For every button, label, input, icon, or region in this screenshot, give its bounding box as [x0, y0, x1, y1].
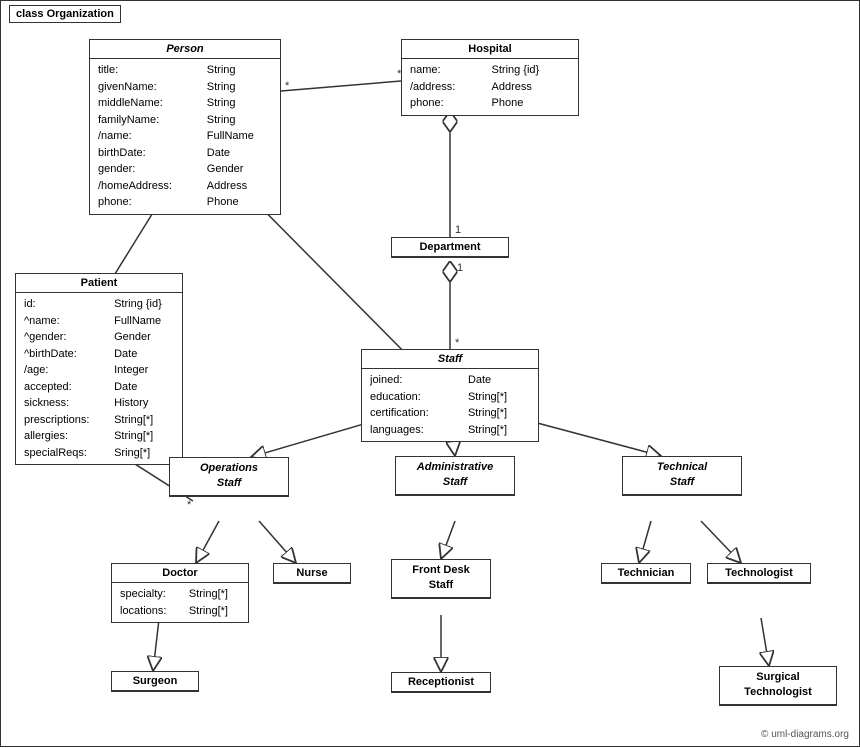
staff-header: Staff [362, 350, 538, 369]
tech-staff-class: TechnicalStaff [622, 456, 742, 496]
department-header: Department [392, 238, 508, 257]
doctor-class: Doctor specialty:String[*] locations:Str… [111, 563, 249, 623]
patient-body: id:String {id} ^name:FullName ^gender:Ge… [16, 293, 182, 464]
diagram-container: class Organization [0, 0, 860, 747]
surgical-tech-class: SurgicalTechnologist [719, 666, 837, 706]
person-class: Person title:String givenName:String mid… [89, 39, 281, 215]
doctor-header: Doctor [112, 564, 248, 583]
staff-class: Staff joined:Date education:String[*] ce… [361, 349, 539, 442]
person-body: title:String givenName:String middleName… [90, 59, 280, 214]
technician-header: Technician [602, 564, 690, 583]
person-header: Person [90, 40, 280, 59]
tech-staff-header: TechnicalStaff [623, 457, 741, 495]
nurse-class: Nurse [273, 563, 351, 584]
frontdesk-header: Front DeskStaff [392, 560, 490, 598]
admin-staff-header: AdministrativeStaff [396, 457, 514, 495]
surgeon-class: Surgeon [111, 671, 199, 692]
staff-body: joined:Date education:String[*] certific… [362, 369, 538, 441]
copyright: © uml-diagrams.org [761, 729, 849, 740]
patient-class: Patient id:String {id} ^name:FullName ^g… [15, 273, 183, 465]
receptionist-header: Receptionist [392, 673, 490, 692]
frontdesk-class: Front DeskStaff [391, 559, 491, 599]
nurse-header: Nurse [274, 564, 350, 583]
svg-text:*: * [187, 499, 192, 511]
svg-text:*: * [455, 337, 460, 349]
ops-staff-class: OperationsStaff [169, 457, 289, 497]
department-class: Department [391, 237, 509, 258]
patient-header: Patient [16, 274, 182, 293]
diagram-title: class Organization [9, 5, 121, 23]
receptionist-class: Receptionist [391, 672, 491, 693]
surgical-tech-header: SurgicalTechnologist [720, 667, 836, 705]
admin-staff-class: AdministrativeStaff [395, 456, 515, 496]
surgeon-header: Surgeon [112, 672, 198, 691]
svg-text:1: 1 [455, 224, 461, 236]
svg-text:1: 1 [457, 262, 463, 274]
ops-staff-header: OperationsStaff [170, 458, 288, 496]
svg-text:*: * [285, 80, 290, 92]
technologist-class: Technologist [707, 563, 811, 584]
technologist-header: Technologist [708, 564, 810, 583]
technician-class: Technician [601, 563, 691, 584]
hospital-body: name:String {id} /address:Address phone:… [402, 59, 578, 115]
hospital-class: Hospital name:String {id} /address:Addre… [401, 39, 579, 116]
hospital-header: Hospital [402, 40, 578, 59]
doctor-body: specialty:String[*] locations:String[*] [112, 583, 248, 622]
